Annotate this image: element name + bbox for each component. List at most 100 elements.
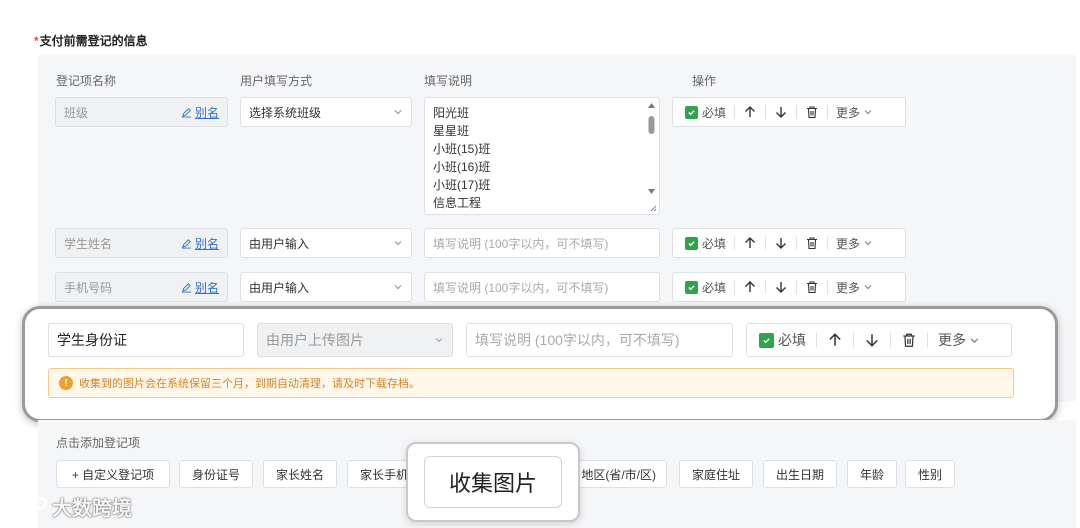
option-item: 星星班 — [433, 124, 470, 138]
more-label: 更多 — [836, 280, 861, 295]
add-gender-button[interactable]: 性别 — [905, 460, 955, 488]
more-label: 更多 — [836, 105, 861, 120]
option-item: 小班(16)班 — [433, 160, 491, 174]
description-input[interactable]: 填写说明 (100字以内，可不填写) — [424, 228, 660, 258]
method-value: 选择系统班级 — [249, 105, 322, 120]
arrow-up-icon[interactable] — [743, 280, 757, 294]
method-value: 由用户输入 — [249, 236, 310, 251]
header-ops: 操作 — [692, 74, 717, 88]
warning-text: 收集到的图片会在系统保留三个月，到期自动清理，请及时下载存档。 — [79, 378, 420, 390]
more-dropdown[interactable]: 更多 — [836, 235, 873, 252]
required-checkbox[interactable] — [759, 332, 774, 348]
options-textarea[interactable]: 阳光班 星星班 小班(15)班 小班(16)班 小班(17)班 信息工程 — [424, 97, 660, 215]
method-select[interactable]: 由用户输入 — [240, 228, 412, 258]
resize-handle-icon[interactable] — [649, 204, 657, 212]
row-name-field[interactable]: 手机号码 别名 — [55, 272, 228, 302]
trash-icon[interactable] — [805, 105, 819, 119]
brand-logo-icon — [9, 496, 48, 516]
focused-name-field[interactable]: 学生身份证 — [48, 323, 244, 357]
divider — [734, 280, 736, 294]
more-dropdown[interactable]: 更多 — [938, 330, 980, 350]
row-name-field[interactable]: 班级 别名 — [55, 97, 228, 127]
divider — [734, 236, 736, 250]
divider — [796, 236, 798, 250]
focused-name-text: 学生身份证 — [57, 332, 127, 348]
required-label: 必填 — [778, 332, 806, 348]
section-title: *支付前需登记的信息 — [34, 32, 148, 49]
required-mark: * — [34, 34, 39, 48]
divider — [827, 105, 829, 119]
more-dropdown[interactable]: 更多 — [836, 279, 873, 296]
option-item: 小班(17)班 — [433, 178, 491, 192]
required-label: 必填 — [702, 105, 727, 120]
chevron-down-icon — [864, 110, 872, 115]
add-id-number-button[interactable]: 身份证号 — [179, 460, 253, 488]
add-collect-image-button[interactable]: 收集图片 — [424, 456, 562, 508]
more-label: 更多 — [938, 332, 966, 348]
divider — [827, 280, 829, 294]
focused-description-input[interactable]: 填写说明 (100字以内，可不填写) — [466, 323, 733, 357]
method-select[interactable]: 由用户输入 — [240, 272, 412, 302]
section-title-text: 支付前需登记的信息 — [39, 34, 148, 48]
chevron-down-icon — [970, 337, 979, 343]
scrollbar[interactable] — [647, 101, 656, 196]
row-name-text: 学生姓名 — [64, 236, 113, 251]
row-name-text: 手机号码 — [64, 280, 113, 295]
divider — [765, 280, 767, 294]
arrow-up-icon[interactable] — [743, 105, 757, 119]
arrow-down-icon[interactable] — [774, 105, 788, 119]
divider — [853, 333, 854, 347]
more-dropdown[interactable]: 更多 — [836, 104, 873, 121]
required-checkbox[interactable] — [685, 280, 698, 294]
arrow-down-icon[interactable] — [864, 332, 880, 348]
add-parent-name-button[interactable]: 家长姓名 — [263, 460, 337, 488]
required-label: 必填 — [702, 280, 727, 295]
chevron-down-icon — [435, 338, 443, 343]
description-input[interactable]: 填写说明 (100字以内，可不填写) — [424, 272, 660, 302]
add-birth-date-button[interactable]: 出生日期 — [763, 460, 837, 488]
header-method: 用户填写方式 — [240, 74, 313, 88]
divider — [734, 105, 736, 119]
row-actions: 必填 更多 — [672, 97, 906, 127]
method-select[interactable]: 选择系统班级 — [240, 97, 412, 127]
description-placeholder: 填写说明 (100字以内，可不填写) — [475, 332, 680, 348]
arrow-up-icon[interactable] — [743, 236, 757, 250]
option-item: 小班(15)班 — [433, 142, 491, 156]
divider — [765, 236, 767, 250]
focused-method-select[interactable]: 由用户上传图片 — [257, 323, 453, 357]
alias-link[interactable]: 别名 — [181, 104, 219, 121]
edit-icon — [181, 107, 192, 118]
arrow-down-icon[interactable] — [774, 236, 788, 250]
required-checkbox[interactable] — [685, 105, 698, 119]
arrow-up-icon[interactable] — [827, 332, 843, 348]
required-label: 必填 — [702, 236, 727, 251]
trash-icon[interactable] — [805, 236, 819, 250]
watermark-text: 大数跨境 — [52, 498, 132, 520]
add-age-button[interactable]: 年龄 — [847, 460, 897, 488]
focused-method-value: 由用户上传图片 — [266, 332, 364, 348]
trash-icon[interactable] — [901, 332, 917, 348]
chevron-down-icon — [394, 241, 402, 246]
option-item: 阳光班 — [433, 106, 470, 120]
add-home-address-button[interactable]: 家庭住址 — [679, 460, 753, 488]
row-name-field[interactable]: 学生姓名 别名 — [55, 228, 228, 258]
divider — [890, 333, 891, 347]
required-checkbox[interactable] — [685, 236, 698, 250]
header-desc: 填写说明 — [424, 74, 473, 88]
alias-label: 别名 — [194, 280, 219, 295]
add-custom-item-button[interactable]: + 自定义登记项 — [56, 460, 170, 488]
divider — [796, 105, 798, 119]
chevron-down-icon — [864, 285, 872, 290]
arrow-down-icon[interactable] — [774, 280, 788, 294]
divider — [827, 236, 829, 250]
alias-label: 别名 — [194, 236, 219, 251]
chevron-down-icon — [864, 241, 872, 246]
divider — [796, 280, 798, 294]
alias-link[interactable]: 别名 — [181, 235, 219, 252]
alias-link[interactable]: 别名 — [181, 279, 219, 296]
edit-icon — [181, 282, 192, 293]
trash-icon[interactable] — [805, 280, 819, 294]
add-items-label: 点击添加登记项 — [56, 436, 141, 450]
watermark: 大数跨境 — [8, 492, 132, 521]
row-actions: 必填 更多 — [672, 228, 906, 258]
